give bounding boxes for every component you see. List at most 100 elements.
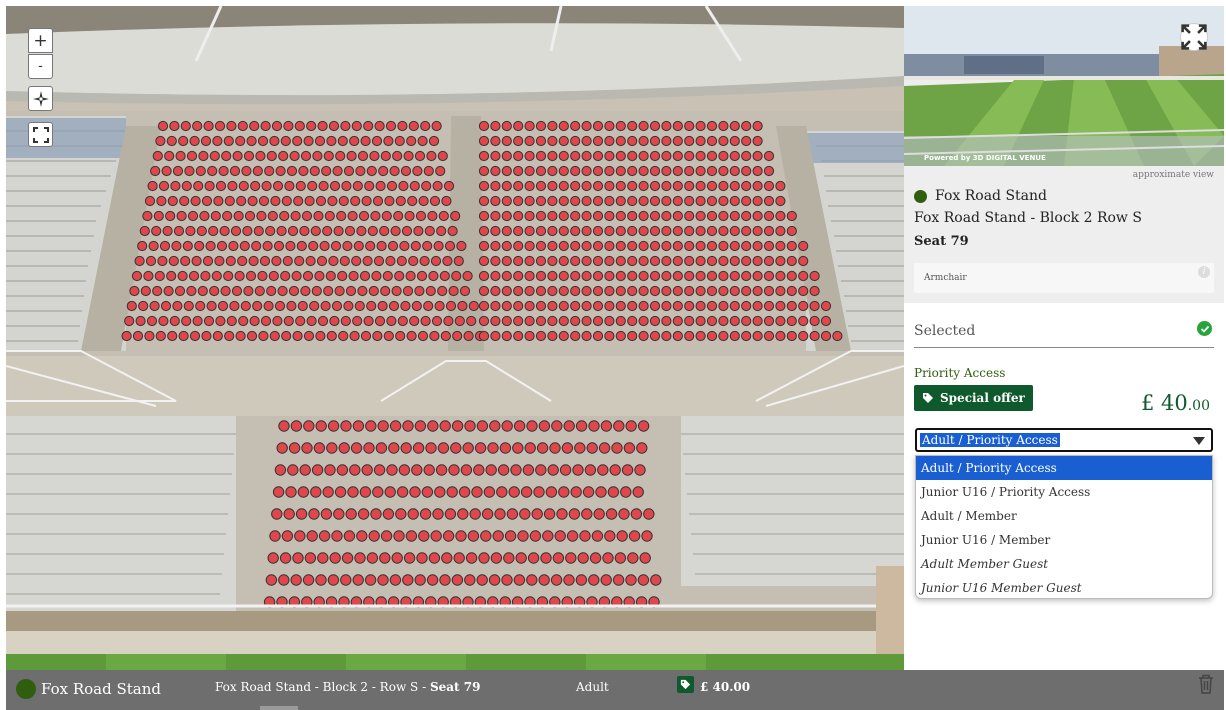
seat[interactable]: [403, 552, 416, 564]
compass-reset-icon[interactable]: [28, 86, 53, 111]
seat[interactable]: [684, 315, 695, 327]
seat[interactable]: [364, 180, 375, 192]
seat[interactable]: [143, 270, 154, 282]
seat[interactable]: [412, 442, 425, 454]
seat[interactable]: [593, 508, 605, 520]
seat[interactable]: [625, 420, 637, 432]
seat[interactable]: [311, 464, 324, 476]
seat[interactable]: [592, 285, 604, 297]
seat[interactable]: [410, 240, 421, 252]
seat[interactable]: [295, 180, 306, 192]
seat[interactable]: [263, 300, 274, 312]
seat[interactable]: [798, 240, 809, 252]
seat[interactable]: [349, 135, 360, 147]
seat[interactable]: [706, 240, 718, 252]
seat[interactable]: [195, 300, 206, 312]
seat[interactable]: [312, 150, 323, 162]
seat[interactable]: [323, 150, 334, 162]
seat[interactable]: [159, 240, 171, 252]
seat[interactable]: [615, 270, 626, 282]
seat[interactable]: [302, 270, 314, 282]
seat[interactable]: [203, 120, 214, 132]
seat[interactable]: [558, 285, 569, 297]
seat[interactable]: [357, 508, 370, 520]
seat[interactable]: [718, 240, 729, 252]
seat[interactable]: [572, 464, 584, 476]
seat[interactable]: [627, 150, 638, 162]
seat[interactable]: [741, 195, 752, 207]
seat[interactable]: [172, 300, 183, 312]
seat[interactable]: [414, 420, 427, 432]
seat[interactable]: [535, 180, 547, 192]
seat[interactable]: [524, 330, 535, 342]
seat[interactable]: [166, 270, 177, 282]
seat[interactable]: [478, 285, 490, 297]
seat[interactable]: [543, 508, 556, 520]
seat[interactable]: [345, 508, 357, 520]
seat[interactable]: [798, 270, 809, 282]
seat[interactable]: [356, 225, 367, 237]
seat[interactable]: [695, 210, 706, 222]
seat[interactable]: [581, 165, 592, 177]
seat[interactable]: [380, 150, 391, 162]
seat[interactable]: [598, 442, 611, 454]
seat[interactable]: [138, 300, 149, 312]
seat[interactable]: [718, 135, 729, 147]
seat[interactable]: [303, 330, 315, 342]
seat[interactable]: [499, 442, 512, 454]
seat[interactable]: [638, 210, 649, 222]
seat[interactable]: [422, 240, 433, 252]
seat[interactable]: [515, 552, 527, 564]
seat[interactable]: [604, 240, 615, 252]
seat[interactable]: [293, 195, 304, 207]
seat[interactable]: [592, 255, 604, 267]
seat[interactable]: [350, 195, 361, 207]
seat[interactable]: [282, 255, 293, 267]
seat[interactable]: [501, 270, 512, 282]
seat[interactable]: [524, 120, 535, 132]
seat[interactable]: [638, 270, 649, 282]
seat[interactable]: [405, 530, 418, 542]
seat[interactable]: [592, 330, 604, 342]
seat[interactable]: [661, 210, 672, 222]
seat[interactable]: [649, 330, 661, 342]
seat[interactable]: [272, 486, 285, 498]
seat[interactable]: [261, 180, 272, 192]
seat[interactable]: [605, 508, 618, 520]
seat[interactable]: [448, 285, 459, 297]
zoom-out-button[interactable]: -: [28, 54, 53, 79]
seat[interactable]: [501, 315, 512, 327]
seat[interactable]: [320, 508, 333, 520]
seat[interactable]: [718, 165, 729, 177]
seat[interactable]: [775, 285, 786, 297]
seat[interactable]: [239, 240, 250, 252]
seat[interactable]: [165, 210, 176, 222]
seat[interactable]: [604, 150, 615, 162]
seat[interactable]: [315, 420, 327, 432]
seat[interactable]: [280, 270, 291, 282]
seat[interactable]: [558, 486, 570, 498]
seat[interactable]: [612, 574, 625, 586]
seat[interactable]: [300, 150, 312, 162]
seat[interactable]: [454, 315, 465, 327]
seat[interactable]: [428, 135, 440, 147]
seat[interactable]: [570, 120, 581, 132]
seat[interactable]: [718, 120, 729, 132]
seat[interactable]: [353, 240, 364, 252]
seat[interactable]: [189, 135, 200, 147]
seat[interactable]: [478, 270, 490, 282]
seat[interactable]: [672, 225, 683, 237]
seat[interactable]: [234, 270, 245, 282]
seat[interactable]: [595, 486, 607, 498]
seat[interactable]: [374, 315, 386, 327]
seat[interactable]: [341, 552, 354, 564]
seat[interactable]: [581, 120, 592, 132]
seat[interactable]: [142, 210, 153, 222]
seat[interactable]: [809, 330, 820, 342]
seat[interactable]: [357, 285, 368, 297]
seat[interactable]: [283, 120, 294, 132]
seat[interactable]: [581, 135, 592, 147]
seat[interactable]: [478, 315, 490, 327]
seat[interactable]: [265, 225, 276, 237]
seat[interactable]: [752, 255, 763, 267]
